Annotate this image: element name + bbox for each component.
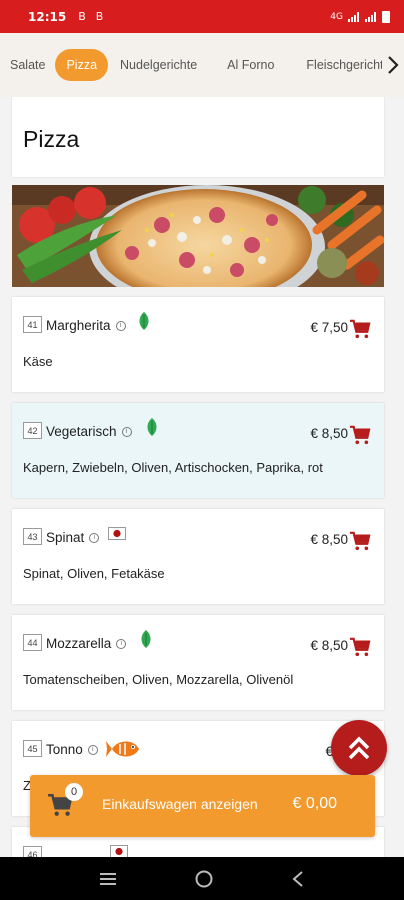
add-to-cart-icon[interactable]: [349, 531, 371, 551]
item-number: 42: [23, 422, 42, 439]
info-icon[interactable]: i: [121, 427, 132, 438]
menu-item[interactable]: 41 Margherita i € 7,50 Käse: [12, 297, 384, 392]
recent-apps-icon[interactable]: [99, 872, 117, 886]
item-name: Mozzarella: [46, 636, 112, 651]
item-number: 41: [23, 316, 42, 333]
flag-icon: [108, 527, 126, 540]
cart-count-badge: 0: [65, 783, 83, 801]
info-icon[interactable]: i: [87, 745, 98, 756]
category-tabs: Salate Pizza Nudelgerichte Al Forno Flei…: [0, 33, 404, 97]
double-chevron-up-icon: [348, 736, 370, 760]
item-number: 44: [23, 634, 42, 651]
chevron-right-icon: [388, 56, 399, 74]
item-description: Spinat, Oliven, Fetakäse: [23, 566, 165, 581]
cart-total: € 0,00: [292, 795, 337, 812]
signal-icon: [365, 11, 376, 22]
menu-item[interactable]: 42 Vegetarisch i € 8,50 Kapern, Zwiebeln,…: [12, 403, 384, 498]
pizza-banner-image: [12, 185, 384, 287]
item-number: 43: [23, 528, 42, 545]
leaf-icon: [139, 312, 149, 330]
notification-icon: B: [95, 10, 104, 23]
item-number: 46: [23, 846, 42, 857]
view-cart-label: Einkaufswagen anzeigen: [102, 796, 258, 812]
flag-icon: [110, 845, 128, 857]
leaf-icon: [141, 630, 151, 648]
tab-al-forno[interactable]: Al Forno: [213, 50, 296, 80]
item-description: Kapern, Zwiebeln, Oliven, Artischocken, …: [23, 460, 323, 475]
leaf-icon: [147, 418, 157, 436]
item-name: Vegetarisch: [46, 424, 117, 439]
item-price: € 8,50: [310, 532, 348, 547]
info-icon[interactable]: i: [116, 639, 127, 650]
item-name: Spinat: [46, 530, 85, 545]
item-description: Käse: [23, 354, 53, 369]
add-to-cart-icon[interactable]: [349, 319, 371, 339]
item-number: 45: [23, 740, 42, 757]
battery-icon: [382, 10, 390, 23]
status-time: 12:15: [28, 9, 67, 24]
status-bar: 12:15 B B 4G: [0, 0, 404, 33]
item-price: € 8,50: [310, 638, 348, 653]
home-icon[interactable]: [194, 869, 214, 889]
notification-icon: B: [78, 10, 86, 23]
menu-item[interactable]: 43 Spinat i € 8,50 Spinat, Oliven, Fetakä…: [12, 509, 384, 604]
page-title: Pizza: [23, 126, 80, 152]
category-header: Pizza: [12, 97, 384, 177]
tab-salate[interactable]: Salate: [0, 50, 55, 80]
item-description: Tomatenscheiben, Oliven, Mozzarella, Oli…: [23, 672, 294, 687]
item-price: € 8,50: [310, 426, 348, 441]
status-indicators: 4G: [330, 10, 390, 23]
signal-icon: [348, 11, 359, 22]
network-type: 4G: [330, 11, 343, 22]
menu-item[interactable]: 44 Mozzarella i € 8,50 Tomatenscheiben, O…: [12, 615, 384, 710]
item-price: € 7,50: [310, 320, 348, 335]
tab-nudelgerichte[interactable]: Nudelgerichte: [108, 50, 213, 80]
info-icon[interactable]: i: [115, 321, 126, 332]
system-navigation-bar: [0, 857, 404, 900]
add-to-cart-icon[interactable]: [349, 637, 371, 657]
view-cart-button[interactable]: 0 Einkaufswagen anzeigen € 0,00: [30, 775, 375, 837]
tabs-scroll-right-button[interactable]: [382, 47, 404, 83]
info-icon[interactable]: i: [89, 533, 100, 544]
tab-pizza[interactable]: Pizza: [55, 49, 109, 81]
back-icon[interactable]: [291, 870, 305, 888]
item-name: Tonno: [46, 742, 83, 757]
item-name: Margherita: [46, 318, 111, 333]
add-to-cart-icon[interactable]: [349, 425, 371, 445]
fish-icon: [106, 741, 139, 757]
scroll-to-top-button[interactable]: [331, 720, 387, 776]
